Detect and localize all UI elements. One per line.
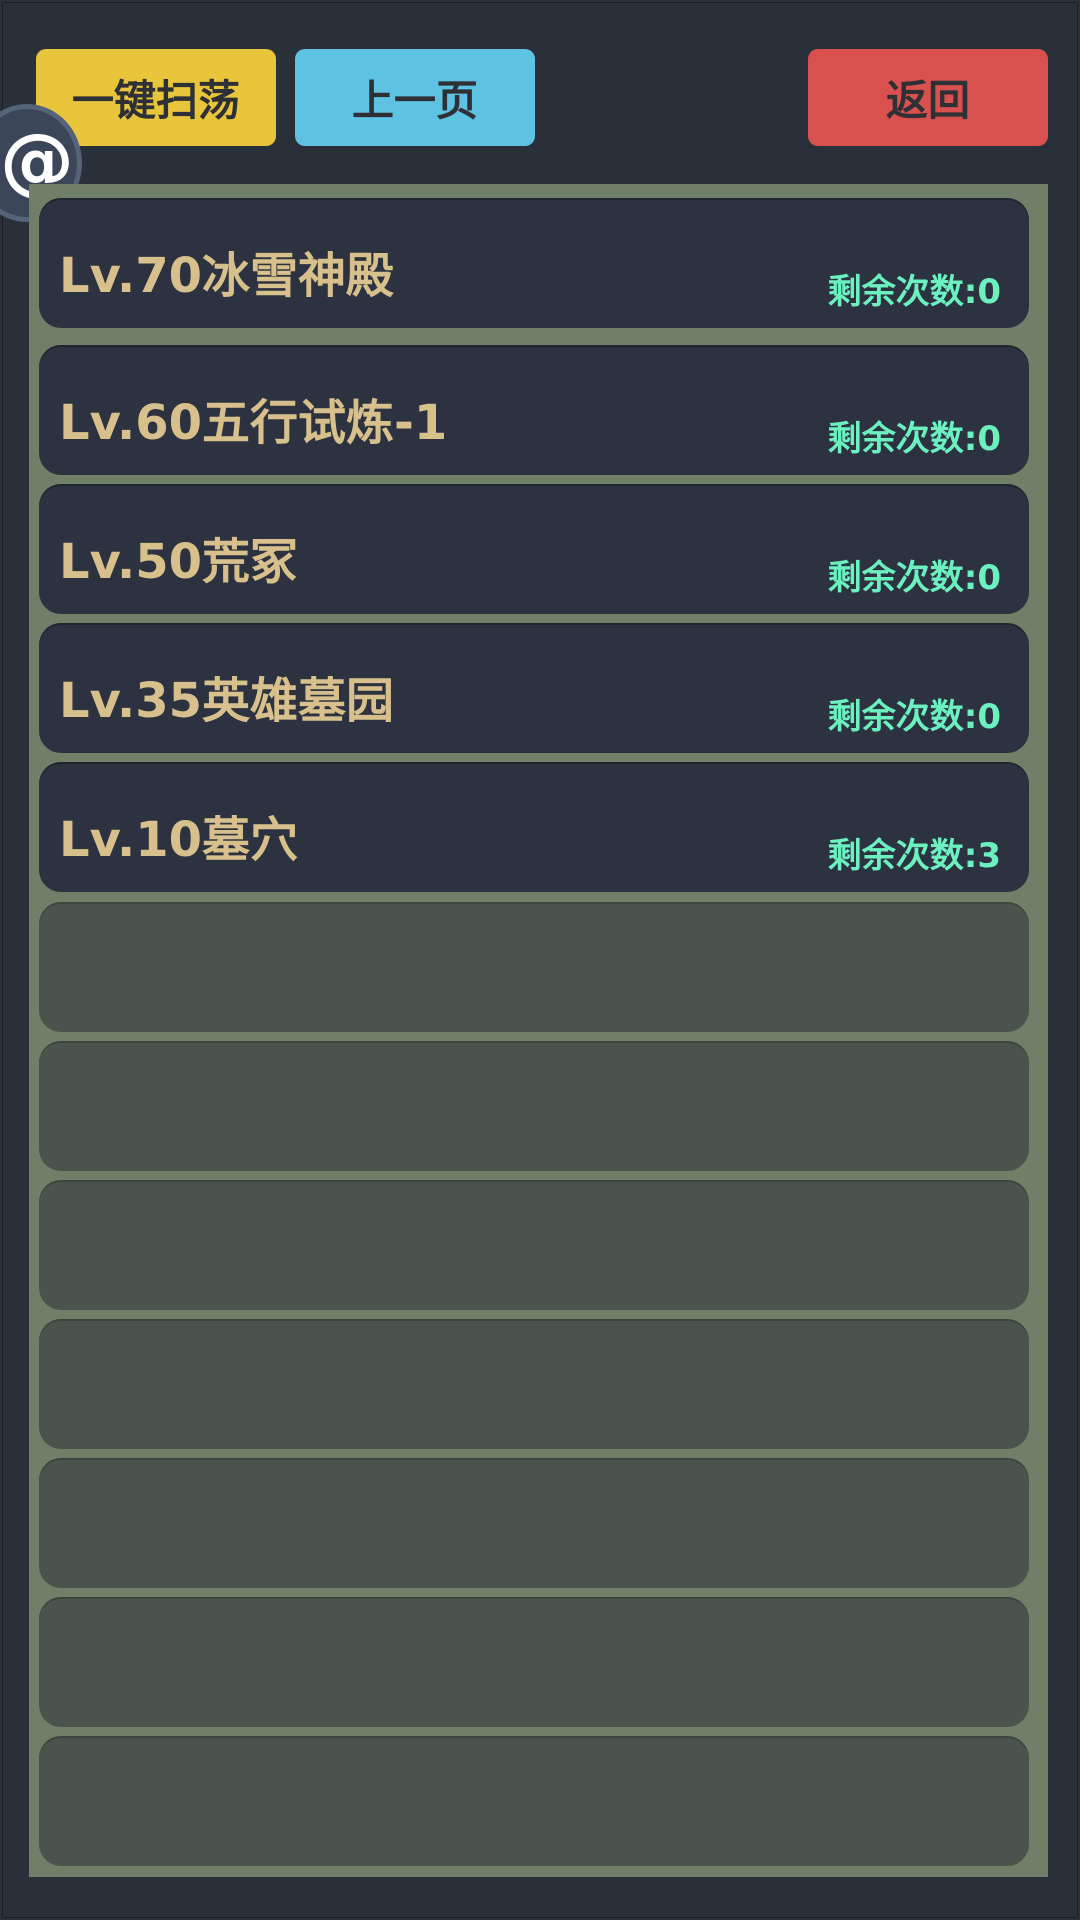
empty-slot (39, 1041, 1029, 1171)
dungeon-name: Lv.10墓穴 (59, 812, 298, 868)
remaining-count: 剩余次数:3 (827, 836, 1001, 876)
remaining-count: 剩余次数:0 (827, 697, 1001, 737)
empty-slot (39, 1736, 1029, 1866)
remaining-count: 剩余次数:0 (827, 272, 1001, 312)
empty-slot (39, 1597, 1029, 1727)
dungeon-list-panel: Lv.70冰雪神殿 剩余次数:0 Lv.60五行试炼-1 剩余次数:0 Lv.5… (29, 184, 1048, 1877)
prev-page-button[interactable]: 上一页 (295, 49, 535, 146)
remaining-count: 剩余次数:0 (827, 558, 1001, 598)
dungeon-name: Lv.50荒冢 (59, 534, 298, 590)
dungeon-name: Lv.60五行试炼-1 (59, 395, 448, 451)
dungeon-item[interactable]: Lv.60五行试炼-1 剩余次数:0 (39, 345, 1029, 475)
empty-slot (39, 1458, 1029, 1588)
empty-slot (39, 902, 1029, 1032)
dungeon-item[interactable]: Lv.35英雄墓园 剩余次数:0 (39, 623, 1029, 753)
remaining-count: 剩余次数:0 (827, 419, 1001, 459)
dungeon-name: Lv.35英雄墓园 (59, 673, 394, 729)
dungeon-item[interactable]: Lv.10墓穴 剩余次数:3 (39, 762, 1029, 892)
dungeon-item[interactable]: Lv.50荒冢 剩余次数:0 (39, 484, 1029, 614)
empty-slot (39, 1319, 1029, 1449)
back-button[interactable]: 返回 (808, 49, 1048, 146)
dungeon-item[interactable]: Lv.70冰雪神殿 剩余次数:0 (39, 198, 1029, 328)
dungeon-name: Lv.70冰雪神殿 (59, 248, 394, 304)
empty-slot (39, 1180, 1029, 1310)
